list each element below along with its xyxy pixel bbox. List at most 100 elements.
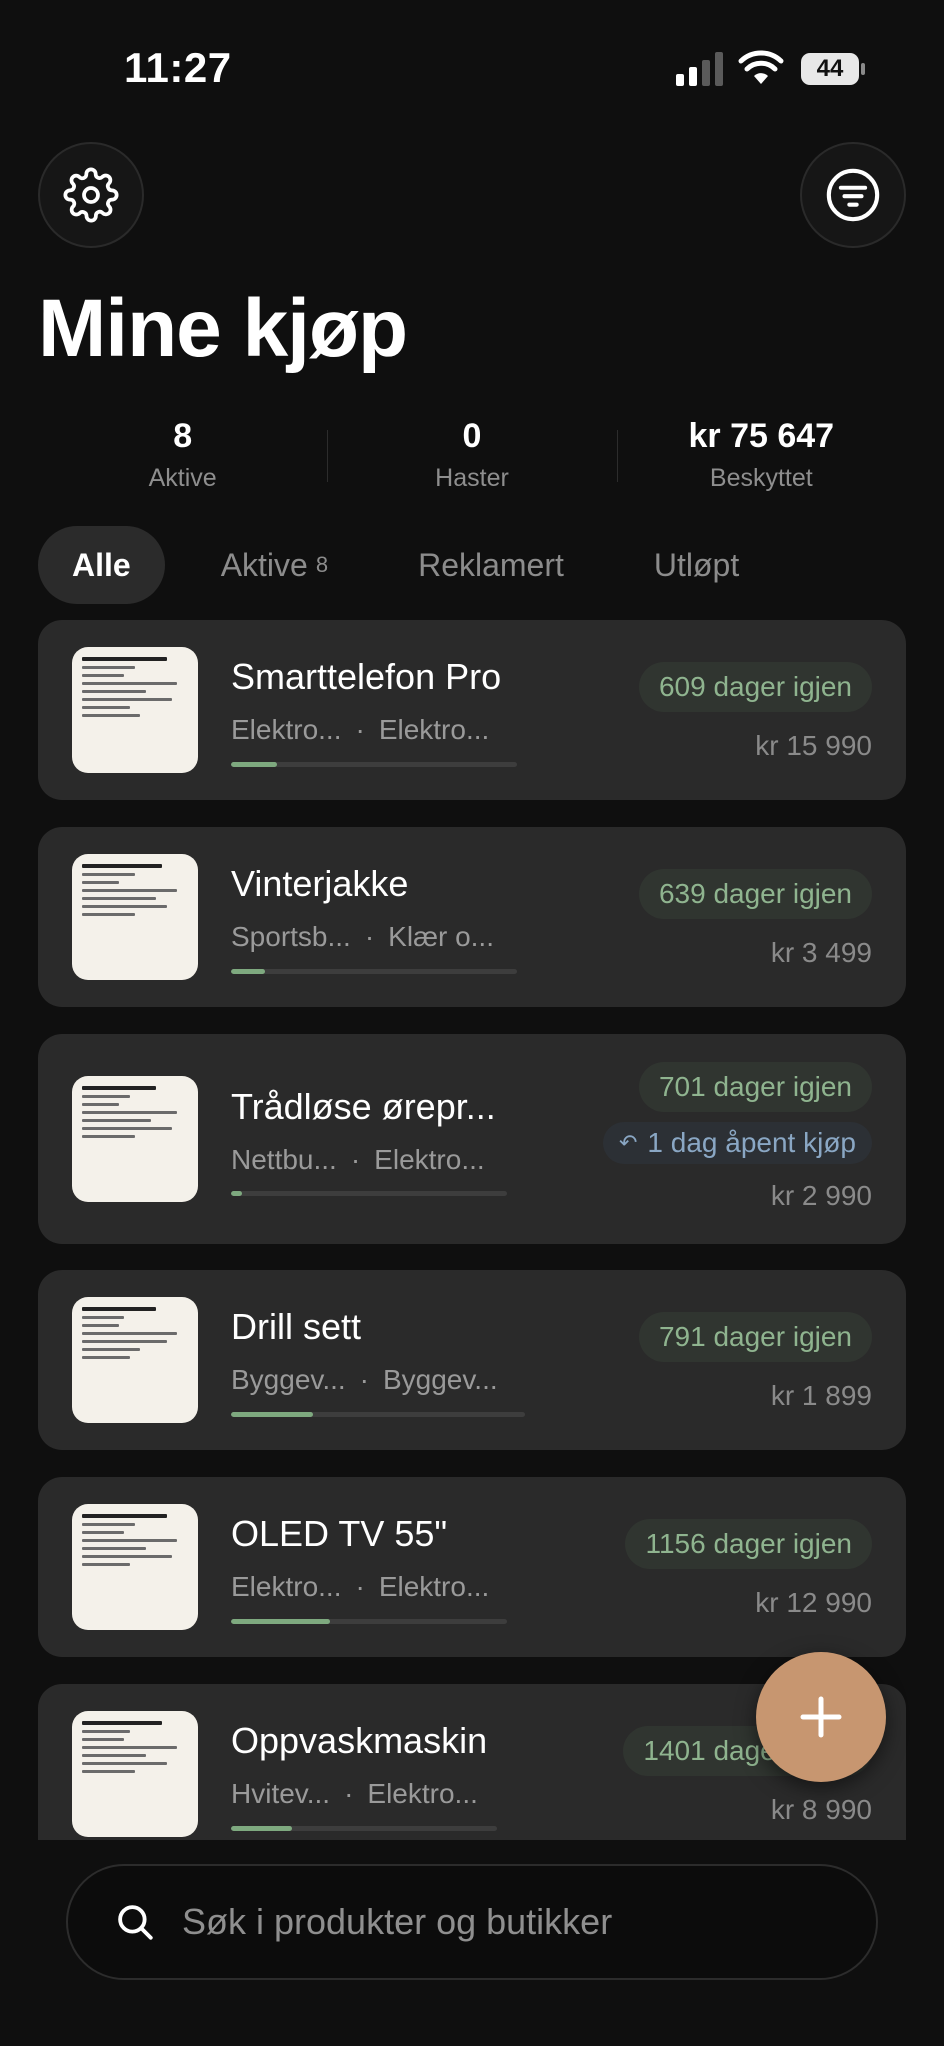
category-name: Elektro... [378, 714, 490, 745]
days-left-badge: 609 dager igjen [638, 662, 872, 712]
status-bar: 11:27 44 [0, 0, 944, 140]
receipt-thumbnail [72, 1076, 198, 1202]
product-meta: Hvitev... · Elektro... [231, 1778, 478, 1810]
category-name: Byggev... [382, 1364, 498, 1395]
product-name: Smarttelefon Pro [231, 656, 502, 697]
tab-claimed[interactable]: Reklamert [384, 526, 598, 604]
stat-value: kr 75 647 [688, 417, 835, 455]
product-name: OLED TV 55" [231, 1513, 448, 1554]
product-meta: Elektro... · Elektro... [231, 1571, 489, 1603]
store-name: Elektro... [231, 1571, 342, 1602]
category-name: Klær o... [388, 921, 494, 952]
stat-value: 8 [173, 417, 193, 455]
stat-urgent: 0 Haster [327, 412, 616, 502]
tab-label: Utløpt [653, 546, 740, 583]
stat-value: 0 [462, 417, 482, 455]
receipt-thumbnail [72, 854, 198, 980]
filter-tabs: Alle Aktive 8 Reklamert Utløpt [38, 526, 795, 604]
warranty-progress-bar [231, 1619, 507, 1624]
price: kr 1 899 [770, 1380, 872, 1411]
status-time: 11:27 [124, 44, 232, 91]
separator-dot: · [359, 1364, 369, 1395]
separator-dot: · [350, 1144, 361, 1175]
tab-active[interactable]: Aktive 8 [187, 526, 362, 604]
receipt-thumbnail [72, 1504, 198, 1630]
stat-active: 8 Aktive [38, 412, 327, 502]
purchase-card[interactable]: OLED TV 55" Elektro... · Elektro... 1156 d… [38, 1477, 906, 1657]
store-name: Elektro... [231, 714, 342, 745]
tab-expired[interactable]: Utløpt [620, 526, 773, 604]
store-name: Sportsb... [231, 921, 351, 952]
stat-label: Beskyttet [709, 464, 813, 492]
tab-label: Alle [72, 546, 131, 583]
filter-icon [826, 168, 880, 222]
product-meta: Sportsb... · Klær o... [231, 921, 494, 953]
product-meta: Elektro... · Elektro... [231, 714, 489, 746]
open-purchase-label: 1 dag åpent kjøp [647, 1127, 856, 1158]
progress-fill [231, 1412, 314, 1417]
product-meta: Nettbu... · Elektro... [231, 1144, 485, 1176]
search-icon [118, 1905, 153, 1940]
product-name: Oppvaskmaskin [231, 1720, 488, 1761]
warranty-progress-bar [231, 1191, 507, 1196]
category-name: Elektro... [378, 1571, 490, 1602]
store-name: Hvitev... [231, 1778, 331, 1809]
wifi-icon [738, 50, 784, 84]
warranty-progress-bar [231, 969, 517, 974]
days-left-badge: 1156 dager igjen [625, 1519, 872, 1569]
separator-dot: · [364, 921, 375, 952]
store-name: Nettbu... [231, 1144, 337, 1175]
price: kr 2 990 [770, 1180, 872, 1211]
progress-fill [231, 1619, 331, 1624]
stat-label: Haster [435, 464, 509, 492]
tab-label: Reklamert [418, 546, 564, 583]
product-name: Drill sett [231, 1306, 362, 1347]
tab-label: Aktive [220, 546, 308, 583]
progress-fill [231, 762, 277, 767]
product-name: Trådløse ørepr... [231, 1086, 496, 1127]
product-meta: Byggev... · Byggev... [231, 1364, 498, 1396]
days-left-badge: 791 dager igjen [638, 1312, 872, 1362]
receipt-thumbnail [72, 1711, 198, 1837]
price: kr 12 990 [755, 1587, 872, 1618]
tab-all[interactable]: Alle [38, 526, 165, 604]
plus-icon [800, 1696, 842, 1738]
days-left-badge: 639 dager igjen [638, 869, 872, 919]
warranty-progress-bar [231, 762, 517, 767]
separator-dot: · [344, 1778, 354, 1809]
page-title: Mine kjøp [38, 283, 408, 374]
separator-dot: · [355, 714, 365, 745]
price: kr 8 990 [770, 1794, 872, 1825]
battery-level: 44 [816, 55, 844, 82]
battery-icon: 44 [800, 52, 866, 86]
receipt-thumbnail [72, 647, 198, 773]
progress-fill [231, 1191, 243, 1196]
receipt-thumbnail [72, 1297, 198, 1423]
stat-protected: kr 75 647 Beskyttet [616, 412, 906, 502]
add-purchase-button[interactable] [756, 1652, 886, 1782]
product-name: Vinterjakke [231, 863, 409, 904]
filter-button[interactable] [800, 142, 906, 248]
store-name: Byggev... [231, 1364, 346, 1395]
progress-fill [231, 969, 266, 974]
stats-summary: 8 Aktive 0 Haster kr 75 647 Beskyttet [38, 412, 906, 502]
purchase-card[interactable]: Vinterjakke Sportsb... · Klær o... 639 dag… [38, 827, 906, 1007]
purchase-list: Smarttelefon Pro Elektro... · Elektro... 6… [38, 620, 906, 1842]
progress-fill [231, 1826, 293, 1831]
tab-count-badge: 8 [315, 552, 329, 577]
search-input[interactable]: Søk i produkter og butikker [66, 1864, 878, 1980]
price: kr 3 499 [770, 937, 872, 968]
return-arrow-icon: ↶ [618, 1130, 638, 1155]
purchase-card[interactable]: Smarttelefon Pro Elektro... · Elektro... 6… [38, 620, 906, 800]
search-placeholder: Søk i produkter og butikker [182, 1901, 613, 1942]
warranty-progress-bar [231, 1826, 497, 1831]
category-name: Elektro... [374, 1144, 485, 1175]
purchase-card[interactable]: Drill sett Byggev... · Byggev... 791 dager… [38, 1270, 906, 1450]
days-left-badge: 701 dager igjen [638, 1062, 872, 1112]
warranty-progress-bar [231, 1412, 525, 1417]
settings-button[interactable] [38, 142, 144, 248]
purchase-card[interactable]: Trådløse ørepr... Nettbu... · Elektro... 7… [38, 1034, 906, 1244]
separator-dot: · [355, 1571, 365, 1602]
gear-icon [63, 167, 119, 223]
open-purchase-badge: ↶ 1 dag åpent kjøp [602, 1122, 872, 1164]
